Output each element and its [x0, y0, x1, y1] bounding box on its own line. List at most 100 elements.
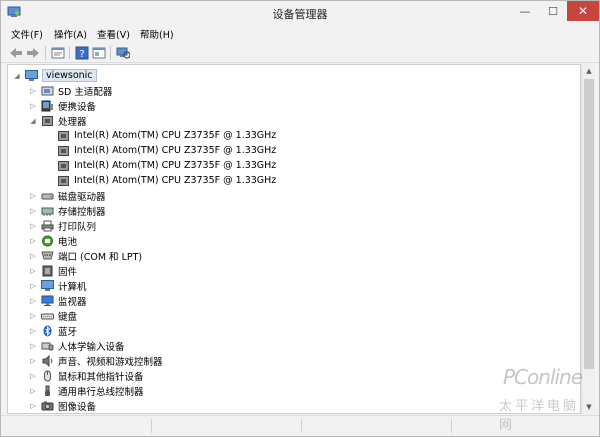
- tree-item-firmware[interactable]: ▷ 固件: [28, 263, 77, 278]
- tree-item-cpu[interactable]: Intel(R) Atom(TM) CPU Z3735F @ 1.33GHz: [44, 158, 276, 173]
- collapse-arrow-icon[interactable]: ◢: [12, 71, 22, 81]
- tree-item-cpu[interactable]: Intel(R) Atom(TM) CPU Z3735F @ 1.33GHz: [44, 173, 276, 188]
- tree-item-label: 图像设备: [58, 401, 97, 413]
- minimize-button[interactable]: —: [511, 1, 539, 21]
- back-arrow-icon[interactable]: [8, 45, 24, 61]
- vertical-scrollbar[interactable]: ▲ ▼: [581, 64, 595, 414]
- tree-item-label: Intel(R) Atom(TM) CPU Z3735F @ 1.33GHz: [74, 145, 277, 156]
- tree-item-storage-controllers[interactable]: ▷ 存储控制器: [28, 203, 105, 218]
- usb-icon: [41, 385, 54, 397]
- close-button[interactable]: ✕: [567, 1, 599, 21]
- expand-arrow-icon[interactable]: ▷: [28, 221, 38, 231]
- expand-arrow-icon[interactable]: ▷: [28, 101, 38, 111]
- expand-arrow-icon[interactable]: ▷: [28, 266, 38, 276]
- tree-item-ports[interactable]: ▷ 端口 (COM 和 LPT): [28, 248, 142, 263]
- tree-item-label: 磁盘驱动器: [58, 191, 106, 203]
- properties-icon[interactable]: [50, 45, 66, 61]
- expand-arrow-icon[interactable]: ▷: [28, 341, 38, 351]
- storage-controller-icon: [41, 205, 54, 217]
- computer-icon: [25, 69, 38, 82]
- speaker-icon: [41, 354, 54, 367]
- tree-item-label: 蓝牙: [58, 326, 78, 338]
- expand-arrow-icon[interactable]: ▷: [28, 206, 38, 216]
- expand-arrow-icon[interactable]: ▷: [28, 236, 38, 246]
- svg-text:?: ?: [79, 49, 84, 60]
- tree-item-label: 声音、视频和游戏控制器: [58, 356, 163, 368]
- tree-item-cpu[interactable]: Intel(R) Atom(TM) CPU Z3735F @ 1.33GHz: [44, 128, 276, 143]
- tree-item-label: 便携设备: [58, 101, 97, 113]
- tree-item-label: 键盘: [58, 311, 78, 323]
- menu-file[interactable]: 文件(F): [11, 27, 43, 41]
- tree-root[interactable]: ◢ viewsonic: [12, 68, 97, 83]
- menu-action[interactable]: 操作(A): [54, 27, 87, 41]
- bluetooth-icon: [41, 325, 54, 337]
- processor-icon: [57, 175, 70, 187]
- menu-view[interactable]: 查看(V): [97, 27, 130, 41]
- expand-arrow-icon[interactable]: ▷: [28, 191, 38, 201]
- expand-arrow-icon[interactable]: ▷: [28, 86, 38, 96]
- tree-item-label: 固件: [58, 266, 78, 278]
- port-icon: [41, 250, 54, 262]
- tree-item-label: 通用串行总线控制器: [58, 386, 144, 398]
- expand-arrow-icon[interactable]: ▷: [28, 326, 38, 336]
- title-bar[interactable]: 设备管理器 — ☐ ✕: [1, 1, 599, 25]
- tree-item-batteries[interactable]: ▷ 电池: [28, 233, 77, 248]
- sd-adapter-icon: [41, 85, 54, 97]
- device-manager-window: 设备管理器 — ☐ ✕ 文件(F) 操作(A) 查看(V) 帮助(H) ? ◢ …: [0, 0, 600, 437]
- expand-arrow-icon[interactable]: ▷: [28, 281, 38, 291]
- tree-item-label: 电池: [58, 236, 78, 248]
- tree-item-label: 人体学输入设备: [58, 341, 125, 353]
- tree-item-monitors[interactable]: ▷ 监视器: [28, 293, 87, 308]
- processor-icon: [57, 145, 70, 157]
- computer-icon: [41, 279, 54, 292]
- monitor-icon: [41, 295, 54, 307]
- show-hide-pane-icon[interactable]: [91, 45, 107, 61]
- tree-item-computer[interactable]: ▷ 计算机: [28, 278, 87, 293]
- scroll-down-arrow-icon[interactable]: ▼: [582, 400, 596, 414]
- tree-item-cpu[interactable]: Intel(R) Atom(TM) CPU Z3735F @ 1.33GHz: [44, 143, 276, 158]
- status-divider: [451, 419, 452, 433]
- tree-item-print-queues[interactable]: ▷ 打印队列: [28, 218, 96, 233]
- scrollbar-thumb[interactable]: [584, 79, 594, 369]
- scroll-up-arrow-icon[interactable]: ▲: [582, 64, 596, 78]
- tree-item-portable-devices[interactable]: ▷ 便携设备: [28, 98, 96, 113]
- collapse-arrow-icon[interactable]: ◢: [28, 116, 38, 126]
- status-bar: [1, 415, 599, 436]
- firmware-icon: [41, 265, 54, 277]
- maximize-button[interactable]: ☐: [539, 1, 567, 21]
- tree-item-bluetooth[interactable]: ▷ 蓝牙: [28, 323, 77, 338]
- help-icon[interactable]: ?: [74, 45, 90, 61]
- processor-icon: [57, 160, 70, 172]
- tree-item-label: 鼠标和其他指针设备: [58, 371, 144, 383]
- tree-item-processors[interactable]: ◢ 处理器: [28, 113, 87, 128]
- tree-item-label: 打印队列: [58, 221, 97, 233]
- tree-item-imaging-devices[interactable]: ▷ 图像设备: [28, 398, 96, 413]
- tree-item-keyboards[interactable]: ▷ 键盘: [28, 308, 77, 323]
- tree-item-label: Intel(R) Atom(TM) CPU Z3735F @ 1.33GHz: [74, 175, 277, 186]
- tree-root-label: viewsonic: [42, 69, 97, 82]
- expand-arrow-icon[interactable]: ▷: [28, 356, 38, 366]
- disk-drive-icon: [41, 190, 54, 202]
- expand-arrow-icon[interactable]: ▷: [28, 371, 38, 381]
- expand-arrow-icon[interactable]: ▷: [28, 311, 38, 321]
- tree-item-mice[interactable]: ▷ 鼠标和其他指针设备: [28, 368, 144, 383]
- tree-item-usb-controllers[interactable]: ▷ 通用串行总线控制器: [28, 383, 144, 398]
- expand-arrow-icon[interactable]: ▷: [28, 401, 38, 411]
- toolbar-separator: [110, 46, 111, 60]
- scan-hardware-icon[interactable]: [115, 45, 131, 61]
- expand-arrow-icon[interactable]: ▷: [28, 251, 38, 261]
- battery-icon: [41, 235, 54, 247]
- device-tree[interactable]: ◢ viewsonic ▷ SD 主适配器 ▷ 便携设备 ◢ 处理器 Intel…: [7, 64, 581, 414]
- tree-item-sound[interactable]: ▷ 声音、视频和游戏控制器: [28, 353, 163, 368]
- printer-icon: [41, 220, 54, 232]
- tree-item-sd-adapter[interactable]: ▷ SD 主适配器: [28, 83, 112, 98]
- tree-item-disk-drives[interactable]: ▷ 磁盘驱动器: [28, 188, 106, 203]
- hid-icon: [41, 340, 54, 352]
- menu-help[interactable]: 帮助(H): [140, 27, 174, 41]
- tree-item-hid[interactable]: ▷ 人体学输入设备: [28, 338, 125, 353]
- expand-arrow-icon[interactable]: ▷: [28, 296, 38, 306]
- tree-item-label: 处理器: [58, 116, 87, 128]
- tree-item-label: Intel(R) Atom(TM) CPU Z3735F @ 1.33GHz: [74, 160, 277, 171]
- expand-arrow-icon[interactable]: ▷: [28, 386, 38, 396]
- forward-arrow-icon[interactable]: [25, 45, 41, 61]
